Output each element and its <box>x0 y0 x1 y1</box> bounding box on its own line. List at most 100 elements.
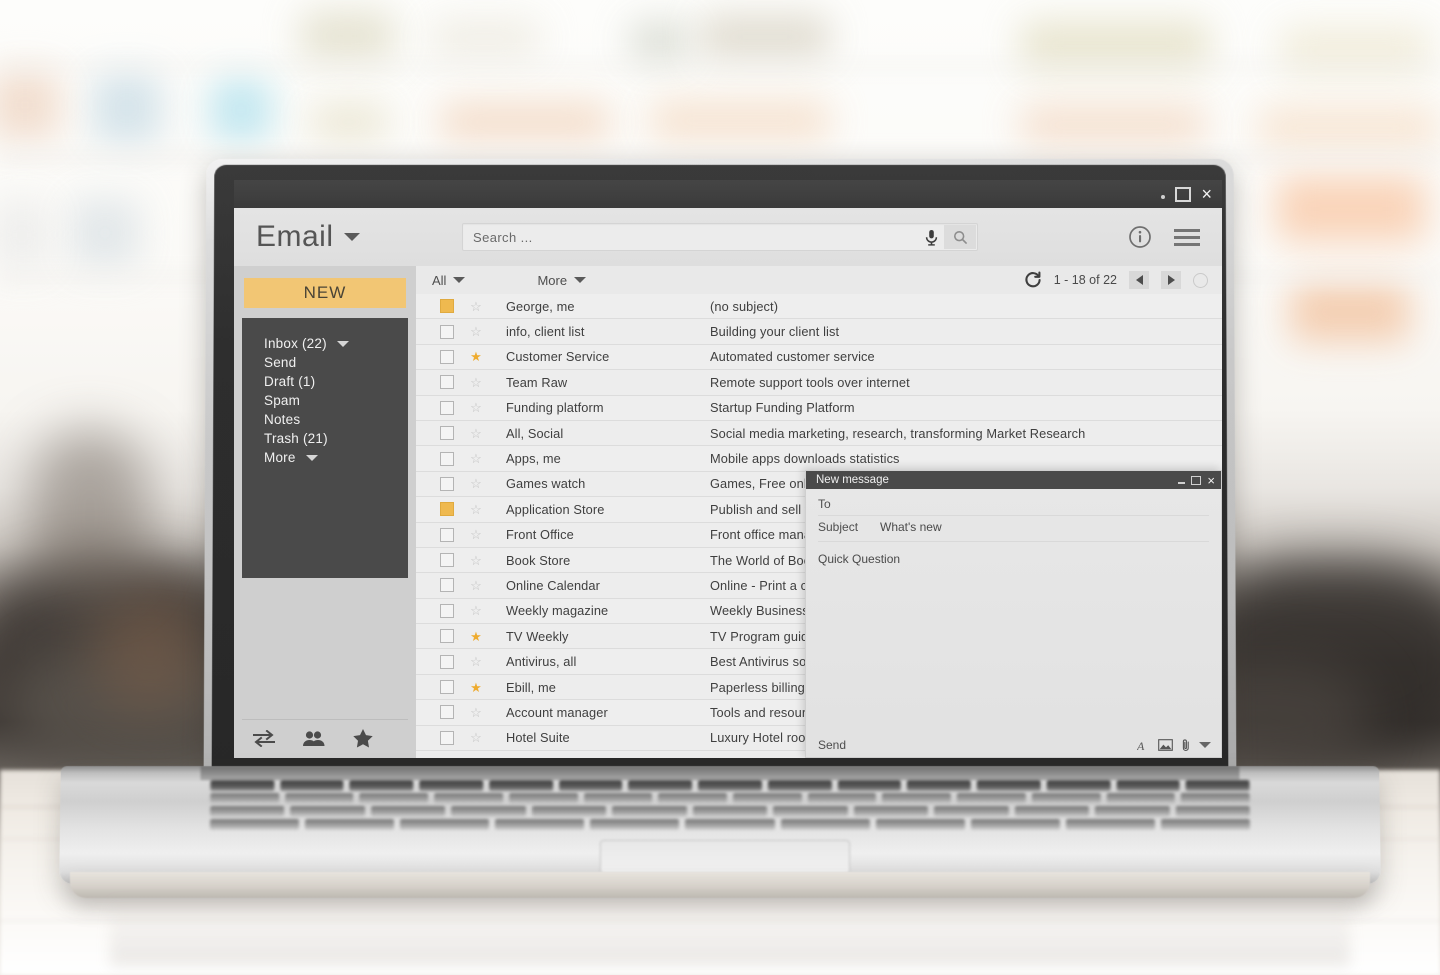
star-icon[interactable]: ☆ <box>470 401 482 414</box>
row-checkbox[interactable] <box>440 299 454 313</box>
send-button[interactable]: Send <box>818 738 846 752</box>
row-checkbox-cell <box>416 680 460 694</box>
row-checkbox[interactable] <box>440 578 454 592</box>
row-checkbox[interactable] <box>440 553 454 567</box>
info-circle-icon[interactable] <box>1128 225 1152 249</box>
star-icon[interactable] <box>352 728 374 748</box>
row-checkbox[interactable] <box>440 705 454 719</box>
more-options-caret-icon[interactable] <box>1199 742 1211 748</box>
close-icon[interactable]: × <box>1201 187 1212 201</box>
row-checkbox[interactable] <box>440 401 454 415</box>
table-row[interactable]: ☆ info, client list Building your client l… <box>416 319 1222 344</box>
table-row[interactable]: ★ Customer Service Automated customer serv… <box>416 345 1222 370</box>
row-checkbox[interactable] <box>440 375 454 389</box>
row-checkbox[interactable] <box>440 528 454 542</box>
search-button[interactable] <box>944 225 976 249</box>
star-icon[interactable]: ☆ <box>470 655 482 668</box>
row-checkbox[interactable] <box>440 731 454 745</box>
compose-subject-value[interactable]: What's new <box>880 520 942 534</box>
maximize-icon[interactable] <box>1175 187 1191 202</box>
search-input[interactable] <box>463 230 925 245</box>
chevron-down-icon[interactable] <box>344 233 360 241</box>
row-checkbox[interactable] <box>440 325 454 339</box>
star-icon[interactable]: ☆ <box>470 554 482 567</box>
compose-subject-field[interactable]: Subject What's new <box>818 520 1209 534</box>
row-checkbox-cell <box>416 401 460 415</box>
row-checkbox[interactable] <box>440 452 454 466</box>
more-actions-dropdown[interactable]: More <box>537 273 586 288</box>
sidebar-item-more[interactable]: More <box>264 448 408 467</box>
new-message-button[interactable]: NEW <box>244 278 406 308</box>
star-icon[interactable]: ☆ <box>470 731 482 744</box>
star-icon[interactable]: ☆ <box>470 376 482 389</box>
star-icon[interactable]: ★ <box>470 630 482 643</box>
trackpad <box>600 840 850 874</box>
row-subject: (no subject) <box>710 299 1222 314</box>
chevron-down-icon[interactable] <box>306 455 318 461</box>
mail-list: All More 1 - 18 of 22 ☆ George, me (no s… <box>416 266 1222 758</box>
table-row[interactable]: ☆ George, me (no subject) <box>416 294 1222 319</box>
background-blob <box>310 104 388 140</box>
minimize-icon[interactable] <box>1178 482 1185 484</box>
compose-to-field[interactable]: To <box>818 497 1209 511</box>
row-checkbox[interactable] <box>440 426 454 440</box>
star-icon[interactable]: ☆ <box>470 452 482 465</box>
sidebar-item-draft[interactable]: Draft (1) <box>264 372 408 391</box>
close-icon[interactable]: × <box>1207 475 1215 486</box>
chevron-down-icon[interactable] <box>337 341 349 347</box>
refresh-icon[interactable] <box>1024 271 1042 289</box>
sidebar-item-notes[interactable]: Notes <box>264 410 408 429</box>
row-checkbox[interactable] <box>440 502 454 516</box>
insert-image-icon[interactable] <box>1158 739 1173 751</box>
table-row[interactable]: ☆ Funding platform Startup Funding Platfor… <box>416 396 1222 421</box>
star-icon[interactable]: ☆ <box>470 604 482 617</box>
format-text-icon[interactable]: A <box>1137 739 1149 752</box>
pagination-prev-button[interactable] <box>1129 271 1149 289</box>
screen: × Email Search ... NEW Inbox (22) Send D… <box>234 180 1222 758</box>
chevron-down-icon[interactable] <box>453 277 465 283</box>
search-bar[interactable] <box>462 223 978 251</box>
microphone-icon[interactable] <box>925 229 938 246</box>
pagination-next-button[interactable] <box>1161 271 1181 289</box>
contacts-people-icon[interactable] <box>302 730 326 747</box>
filter-all-dropdown[interactable]: All <box>432 273 465 288</box>
table-row[interactable]: ☆ Team Raw Remote support tools over inter… <box>416 370 1222 395</box>
row-sender: Book Store <box>492 553 710 568</box>
row-checkbox[interactable] <box>440 350 454 364</box>
table-row[interactable]: ☆ Apps, me Mobile apps downloads statistic… <box>416 446 1222 471</box>
attachment-paperclip-icon[interactable] <box>1182 738 1190 752</box>
exchange-arrows-icon[interactable] <box>252 730 276 747</box>
compose-message-body[interactable]: Quick Question <box>818 552 1209 566</box>
star-icon[interactable]: ☆ <box>470 706 482 719</box>
sidebar-item-spam[interactable]: Spam <box>264 391 408 410</box>
row-checkbox[interactable] <box>440 629 454 643</box>
star-icon[interactable]: ☆ <box>470 579 482 592</box>
star-icon[interactable]: ☆ <box>470 528 482 541</box>
sidebar-item-inbox[interactable]: Inbox (22) <box>264 334 408 353</box>
window-controls: × <box>1161 180 1212 208</box>
table-row[interactable]: ☆ All, Social Social media marketing, rese… <box>416 421 1222 446</box>
brand[interactable]: Email <box>256 220 452 254</box>
row-checkbox-cell <box>416 502 460 516</box>
circle-icon[interactable] <box>1193 273 1208 288</box>
row-checkbox[interactable] <box>440 477 454 491</box>
sidebar-item-trash[interactable]: Trash (21) <box>264 429 408 448</box>
chevron-down-icon[interactable] <box>574 277 586 283</box>
star-icon[interactable]: ☆ <box>470 427 482 440</box>
hamburger-menu-icon[interactable] <box>1174 229 1200 246</box>
star-icon[interactable]: ★ <box>470 350 482 363</box>
row-checkbox[interactable] <box>440 680 454 694</box>
minimize-icon[interactable] <box>1161 195 1165 199</box>
row-checkbox[interactable] <box>440 604 454 618</box>
sidebar-item-send[interactable]: Send <box>264 353 408 372</box>
star-icon[interactable]: ★ <box>470 681 482 694</box>
star-icon[interactable]: ☆ <box>470 503 482 516</box>
star-icon[interactable]: ☆ <box>470 477 482 490</box>
background-blob <box>630 20 690 64</box>
star-icon[interactable]: ☆ <box>470 325 482 338</box>
row-sender: Front Office <box>492 527 710 542</box>
star-icon[interactable]: ☆ <box>470 300 482 313</box>
header-actions <box>1128 225 1204 249</box>
maximize-icon[interactable] <box>1191 476 1201 485</box>
row-checkbox[interactable] <box>440 655 454 669</box>
